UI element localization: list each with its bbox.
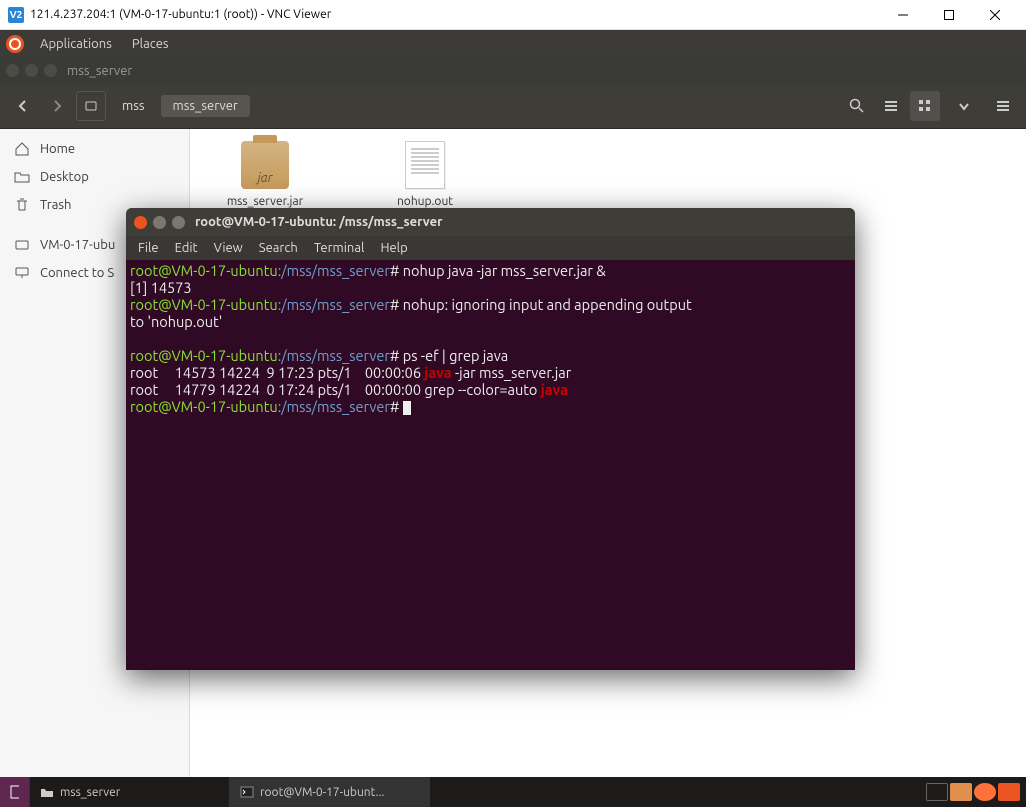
prompt-user: root@VM-0-17-ubuntu bbox=[130, 398, 278, 415]
fm-toolbar: mss mss_server bbox=[0, 84, 1026, 129]
tray-firefox-icon[interactable] bbox=[974, 783, 996, 801]
close-button[interactable] bbox=[972, 0, 1018, 30]
terminal-menu-terminal[interactable]: Terminal bbox=[306, 239, 373, 257]
prompt-user: root@VM-0-17-ubuntu bbox=[130, 347, 278, 364]
terminal-window-controls bbox=[134, 216, 185, 229]
maximize-button[interactable] bbox=[926, 0, 972, 30]
trash-icon bbox=[14, 197, 30, 213]
prompt-sep: # bbox=[390, 296, 403, 313]
workspace-switcher[interactable] bbox=[926, 783, 948, 801]
fm-window-controls bbox=[6, 64, 57, 77]
tray-active-icon[interactable] bbox=[998, 783, 1020, 801]
ubuntu-logo-icon[interactable] bbox=[6, 35, 24, 53]
taskbar-item-fm[interactable]: mss_server bbox=[30, 777, 230, 807]
taskbar-show-desktop[interactable] bbox=[0, 777, 30, 807]
terminal-title: root@VM-0-17-ubuntu: /mss/mss_server bbox=[195, 215, 442, 229]
file-item-jar[interactable]: jar mss_server.jar bbox=[210, 141, 320, 208]
folder-icon bbox=[14, 169, 30, 185]
prompt-path: :/mss/mss_server bbox=[278, 262, 390, 279]
sidebar-item-label: Connect to S bbox=[40, 266, 114, 280]
minimize-button[interactable] bbox=[880, 0, 926, 30]
terminal-menu-help[interactable]: Help bbox=[372, 239, 415, 257]
applications-menu[interactable]: Applications bbox=[30, 37, 122, 51]
terminal-menu-view[interactable]: View bbox=[206, 239, 251, 257]
breadcrumb-mss[interactable]: mss bbox=[110, 95, 157, 117]
terminal-cursor bbox=[403, 401, 411, 415]
tray-files-icon[interactable] bbox=[950, 783, 972, 801]
disk-icon[interactable] bbox=[76, 91, 106, 121]
file-label: mss_server.jar bbox=[227, 195, 303, 208]
sidebar-item-label: Trash bbox=[40, 198, 71, 212]
file-item-nohup[interactable]: nohup.out bbox=[370, 141, 480, 208]
sidebar-item-label: Desktop bbox=[40, 170, 89, 184]
fm-window-titlebar: mss_server bbox=[0, 57, 1026, 84]
prompt-sep: # bbox=[390, 262, 403, 279]
grid-view-icon[interactable] bbox=[910, 91, 940, 121]
terminal-output-highlight: java bbox=[541, 381, 568, 398]
folder-icon bbox=[40, 785, 54, 799]
terminal-icon bbox=[240, 785, 254, 799]
sidebar-item-home[interactable]: Home bbox=[0, 135, 189, 163]
disk-icon bbox=[14, 237, 30, 253]
terminal-body[interactable]: root@VM-0-17-ubuntu:/mss/mss_server# noh… bbox=[126, 260, 855, 417]
vnc-titlebar: V2 121.4.237.204:1 (VM-0-17-ubuntu:1 (ro… bbox=[0, 0, 1026, 30]
sidebar-item-label: VM-0-17-ubu bbox=[40, 238, 115, 252]
prompt-sep: # bbox=[390, 347, 403, 364]
terminal-titlebar[interactable]: root@VM-0-17-ubuntu: /mss/mss_server bbox=[126, 208, 855, 236]
prompt-path: :/mss/mss_server bbox=[278, 296, 390, 313]
terminal-minimize-button[interactable] bbox=[153, 216, 166, 229]
terminal-menu-edit[interactable]: Edit bbox=[167, 239, 206, 257]
terminal-window[interactable]: root@VM-0-17-ubuntu: /mss/mss_server Fil… bbox=[126, 208, 855, 670]
vnc-window-title: 121.4.237.204:1 (VM-0-17-ubuntu:1 (root)… bbox=[30, 8, 880, 21]
taskbar-tray bbox=[920, 783, 1026, 801]
prompt-user: root@VM-0-17-ubuntu bbox=[130, 296, 278, 313]
network-icon bbox=[14, 265, 30, 281]
terminal-output: -jar mss_server.jar bbox=[452, 364, 572, 381]
fm-maximize-button[interactable] bbox=[44, 64, 57, 77]
list-view-icon[interactable] bbox=[876, 91, 906, 121]
forward-button[interactable] bbox=[42, 91, 72, 121]
text-file-icon bbox=[405, 141, 445, 189]
terminal-output: root 14573 14224 9 17:23 pts/1 00:00:06 bbox=[130, 364, 424, 381]
terminal-output: nohup: ignoring input and appending outp… bbox=[403, 296, 695, 313]
terminal-command: nohup java -jar mss_server.jar & bbox=[403, 262, 606, 279]
fm-close-button[interactable] bbox=[6, 64, 19, 77]
view-options-button[interactable] bbox=[944, 91, 984, 121]
fm-minimize-button[interactable] bbox=[25, 64, 38, 77]
terminal-maximize-button[interactable] bbox=[172, 216, 185, 229]
fm-window-title: mss_server bbox=[67, 64, 132, 78]
terminal-menubar: File Edit View Search Terminal Help bbox=[126, 236, 855, 260]
window-controls bbox=[880, 0, 1018, 30]
vnc-icon: V2 bbox=[8, 7, 24, 23]
ubuntu-top-bar: Applications Places bbox=[0, 30, 1026, 57]
file-label: nohup.out bbox=[397, 195, 453, 208]
terminal-menu-search[interactable]: Search bbox=[251, 239, 306, 257]
terminal-close-button[interactable] bbox=[134, 216, 147, 229]
terminal-output-highlight: java bbox=[424, 364, 451, 381]
terminal-output: [1] 14573 bbox=[130, 279, 192, 296]
show-desktop-icon bbox=[10, 785, 19, 799]
places-menu[interactable]: Places bbox=[122, 37, 179, 51]
taskbar-item-label: mss_server bbox=[60, 786, 120, 799]
terminal-output: to 'nohup.out' bbox=[130, 313, 222, 330]
prompt-sep: # bbox=[390, 398, 403, 415]
breadcrumb-mss-server[interactable]: mss_server bbox=[161, 95, 250, 117]
terminal-menu-file[interactable]: File bbox=[130, 239, 167, 257]
sidebar-item-label: Home bbox=[40, 142, 75, 156]
prompt-path: :/mss/mss_server bbox=[278, 347, 390, 364]
hamburger-menu-icon[interactable] bbox=[988, 91, 1018, 121]
prompt-user: root@VM-0-17-ubuntu bbox=[130, 262, 278, 279]
taskbar-item-label: root@VM-0-17-ubunt... bbox=[260, 786, 384, 799]
prompt-path: :/mss/mss_server bbox=[278, 398, 390, 415]
home-icon bbox=[14, 141, 30, 157]
jar-file-icon: jar bbox=[241, 141, 289, 189]
ubuntu-taskbar: mss_server root@VM-0-17-ubunt... bbox=[0, 777, 1026, 807]
terminal-command: ps -ef | grep java bbox=[403, 347, 508, 364]
terminal-output: root 14779 14224 0 17:24 pts/1 00:00:00 … bbox=[130, 381, 541, 398]
back-button[interactable] bbox=[8, 91, 38, 121]
taskbar-item-terminal[interactable]: root@VM-0-17-ubunt... bbox=[230, 777, 430, 807]
search-icon[interactable] bbox=[842, 91, 872, 121]
sidebar-item-desktop[interactable]: Desktop bbox=[0, 163, 189, 191]
